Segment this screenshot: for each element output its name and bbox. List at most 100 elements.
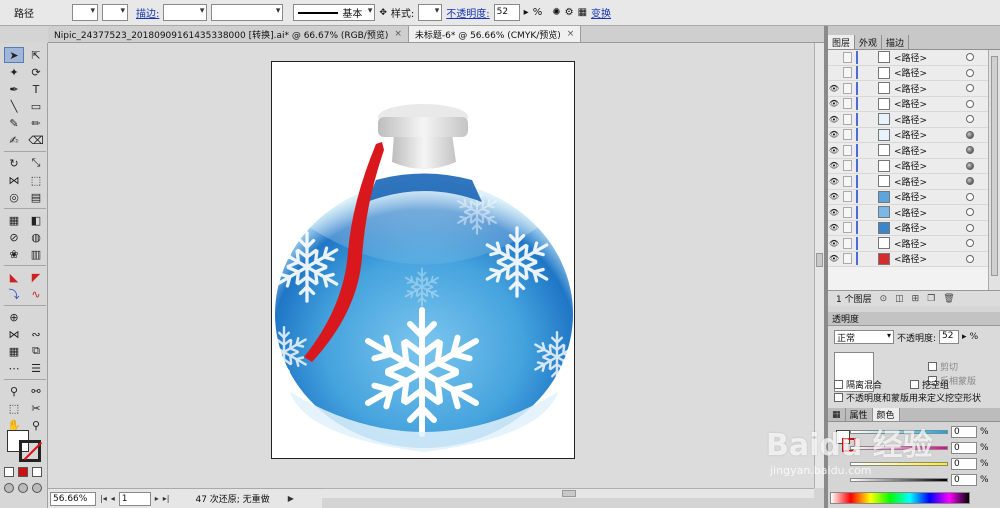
perspective-grid-tool-icon[interactable]: ▤ bbox=[26, 189, 46, 205]
tab-attributes[interactable]: 属性 bbox=[846, 408, 873, 421]
align-icon[interactable]: ▦ bbox=[578, 7, 587, 18]
visibility-eye-icon[interactable]: 👁 bbox=[828, 113, 840, 125]
live-paint-selection-icon[interactable]: ◤ bbox=[26, 269, 46, 285]
eraser-tool-icon[interactable]: ⌫ bbox=[26, 132, 46, 148]
cyan-slider[interactable] bbox=[850, 430, 948, 434]
target-circle-icon[interactable] bbox=[966, 84, 974, 93]
graphic-style-dropdown[interactable] bbox=[418, 4, 443, 21]
make-clipping-mask-icon[interactable]: ◫ bbox=[895, 294, 904, 304]
next-artboard-icon[interactable]: ▸ bbox=[155, 494, 159, 503]
black-value[interactable]: 0 bbox=[951, 474, 977, 486]
lock-toggle[interactable] bbox=[843, 206, 852, 218]
target-circle-icon[interactable] bbox=[966, 239, 974, 248]
layer-row[interactable]: 👁 <路径> bbox=[828, 81, 988, 97]
zoom-level-field[interactable]: 56.66% bbox=[50, 491, 96, 506]
target-circle-icon[interactable] bbox=[966, 68, 974, 77]
layer-row[interactable]: 👁 <路径> bbox=[828, 189, 988, 205]
prev-artboard-icon[interactable]: ◂ bbox=[111, 494, 115, 503]
fill-stroke-swatches[interactable] bbox=[5, 428, 45, 464]
target-circle-icon[interactable] bbox=[966, 223, 974, 232]
opacity-arrow-icon[interactable]: ▸ bbox=[524, 7, 529, 18]
blob-brush-tool-icon[interactable]: ✍ bbox=[4, 132, 24, 148]
locate-object-icon[interactable]: ⊙ bbox=[880, 294, 888, 304]
lock-toggle[interactable] bbox=[843, 175, 852, 187]
layer-name[interactable]: <路径> bbox=[894, 82, 966, 95]
target-circle-icon[interactable] bbox=[966, 53, 974, 62]
tab-stroke[interactable]: 描边 bbox=[882, 35, 910, 49]
wrinkle-tool-icon[interactable]: ☰ bbox=[26, 360, 46, 376]
lock-toggle[interactable] bbox=[843, 191, 852, 203]
layer-row[interactable]: 👁 <路径> bbox=[828, 220, 988, 236]
draw-normal-icon[interactable] bbox=[4, 483, 14, 493]
stroke-weight-field[interactable] bbox=[163, 4, 208, 21]
visibility-eye-icon[interactable]: 👁 bbox=[828, 160, 840, 172]
layer-row[interactable]: <路径> bbox=[828, 65, 988, 81]
eyedropper-tool-icon[interactable]: ⚲ bbox=[4, 383, 24, 399]
artboard[interactable] bbox=[261, 61, 580, 459]
target-circle-icon[interactable] bbox=[966, 115, 974, 124]
shape-builder-tool-icon[interactable]: ◎ bbox=[4, 189, 24, 205]
target-circle-icon[interactable] bbox=[966, 146, 974, 155]
brush-definition-dropdown[interactable]: 基本 bbox=[293, 4, 376, 21]
layer-name[interactable]: <路径> bbox=[894, 206, 966, 219]
close-icon[interactable]: × bbox=[567, 29, 575, 39]
target-circle-icon[interactable] bbox=[966, 208, 974, 217]
visibility-eye-icon[interactable] bbox=[828, 51, 840, 63]
graph-tool-icon[interactable]: ▦ bbox=[4, 343, 24, 359]
direct-selection-tool-icon[interactable]: ⇱ bbox=[26, 47, 46, 63]
free-transform-tool-icon[interactable]: ⬚ bbox=[26, 172, 46, 188]
knife-tool-icon[interactable]: ✂ bbox=[26, 400, 46, 416]
symbol-sprayer-tool-icon[interactable]: ❀ bbox=[4, 246, 24, 262]
horizontal-scroll-thumb[interactable] bbox=[562, 490, 576, 497]
yellow-slider[interactable] bbox=[850, 462, 948, 466]
visibility-eye-icon[interactable]: 👁 bbox=[828, 191, 840, 203]
stroke-swatch[interactable] bbox=[19, 440, 41, 462]
artboard-number-field[interactable]: 1 bbox=[118, 491, 151, 506]
warp-tool-icon[interactable]: ⋈ bbox=[4, 326, 24, 342]
knockout-group-checkbox[interactable] bbox=[910, 380, 919, 389]
blend-tool-icon[interactable]: ◍ bbox=[26, 229, 46, 245]
eyedropper-tool-icon[interactable]: ⊘ bbox=[4, 229, 24, 245]
layer-name[interactable]: <路径> bbox=[894, 97, 966, 110]
opacity-link[interactable]: 不透明度: bbox=[446, 5, 489, 20]
magenta-slider[interactable] bbox=[850, 446, 948, 450]
crop-area-tool-icon[interactable]: ⬚ bbox=[4, 400, 24, 416]
opacity-mask-checkbox[interactable] bbox=[834, 393, 843, 402]
document-tab-1[interactable]: Nipic_24377523_20180909161435338000 [转换]… bbox=[48, 26, 409, 42]
visibility-eye-icon[interactable]: 👁 bbox=[828, 129, 840, 141]
first-artboard-icon[interactable]: |◂ bbox=[100, 494, 107, 503]
visibility-eye-icon[interactable]: 👁 bbox=[828, 222, 840, 234]
selection-tool-icon[interactable]: ➤ bbox=[4, 47, 24, 63]
magic-wand-tool-icon[interactable]: ✦ bbox=[4, 64, 24, 80]
layer-row[interactable]: 👁 <路径> bbox=[828, 143, 988, 159]
paintbrush-tool-icon[interactable]: ✎ bbox=[4, 115, 24, 131]
layer-row[interactable]: 👁 <路径> bbox=[828, 174, 988, 190]
lock-toggle[interactable] bbox=[843, 67, 852, 79]
layer-name[interactable]: <路径> bbox=[894, 113, 966, 126]
yellow-value[interactable]: 0 bbox=[951, 458, 977, 470]
stroke-color-dropdown[interactable] bbox=[102, 4, 128, 21]
target-circle-icon[interactable] bbox=[966, 192, 974, 201]
new-sublayer-icon[interactable]: ⊞ bbox=[912, 294, 920, 304]
canvas-area[interactable] bbox=[48, 43, 814, 488]
layer-name[interactable]: <路径> bbox=[894, 237, 966, 250]
gradient-tool-icon[interactable]: ◧ bbox=[26, 212, 46, 228]
layer-name[interactable]: <路径> bbox=[894, 144, 966, 157]
color-spectrum-bar[interactable] bbox=[830, 492, 970, 504]
target-circle-icon[interactable] bbox=[966, 99, 974, 108]
layer-name[interactable]: <路径> bbox=[894, 66, 966, 79]
none-mode-button[interactable] bbox=[32, 467, 42, 477]
visibility-eye-icon[interactable]: 👁 bbox=[828, 253, 840, 265]
artboard-tool-icon[interactable]: ⤵ bbox=[4, 286, 24, 302]
lock-toggle[interactable] bbox=[843, 253, 852, 265]
layers-list[interactable]: <路径> <路径> 👁 <路径> 👁 <路径> 👁 <路径> 👁 <路径> 👁 <路径> 👁 <路径> 👁 <… bbox=[828, 50, 988, 290]
lock-toggle[interactable] bbox=[843, 144, 852, 156]
last-artboard-icon[interactable]: ▸| bbox=[163, 494, 170, 503]
visibility-eye-icon[interactable]: 👁 bbox=[828, 175, 840, 187]
clip-checkbox[interactable] bbox=[928, 362, 937, 371]
horizontal-scrollbar[interactable] bbox=[322, 488, 814, 498]
mesh-tool-icon[interactable]: ▦ bbox=[4, 212, 24, 228]
vertical-scrollbar[interactable] bbox=[814, 43, 824, 488]
lock-toggle[interactable] bbox=[843, 98, 852, 110]
tab-grid-icon[interactable]: ▦ bbox=[828, 408, 846, 421]
